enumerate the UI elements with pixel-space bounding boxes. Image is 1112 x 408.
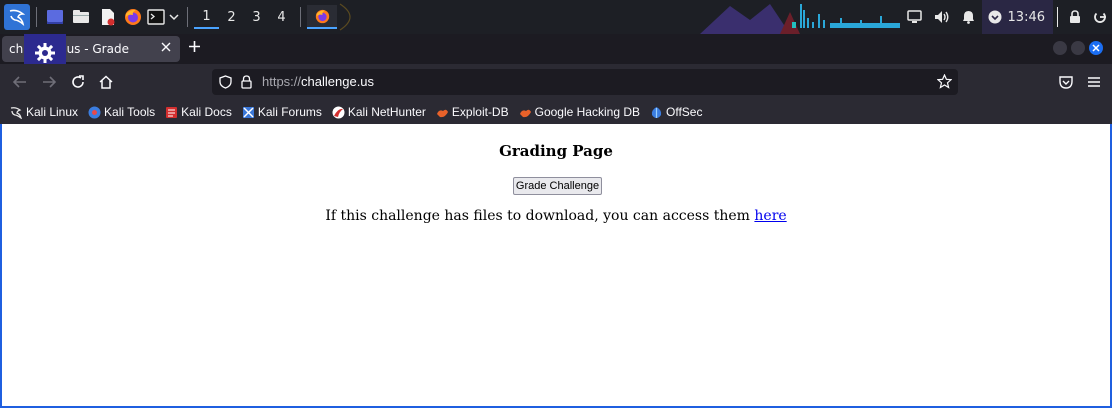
shield-icon[interactable] — [219, 75, 232, 89]
bookmark-star-icon[interactable] — [937, 74, 952, 89]
maximize-window-button[interactable] — [1071, 41, 1085, 55]
tab-strip: cha us - Grade — [0, 34, 1112, 64]
navigation-bar: https://challenge.us — [0, 64, 1112, 100]
download-link[interactable]: here — [754, 208, 786, 224]
panel-separator — [300, 7, 301, 27]
close-icon — [1092, 44, 1100, 52]
kali-menu-button[interactable] — [4, 4, 30, 30]
terminal-icon — [147, 9, 165, 25]
kali-forums-icon — [242, 106, 254, 118]
bookmark-exploit-db[interactable]: Exploit-DB — [436, 105, 509, 119]
bookmark-label: Kali Forums — [257, 105, 322, 119]
page-content: Grading Page Grade Challenge If this cha… — [2, 124, 1110, 406]
url-text: https://challenge.us — [262, 74, 375, 89]
grade-challenge-button[interactable]: Grade Challenge — [513, 177, 602, 195]
bookmark-label: Kali Tools — [104, 105, 156, 119]
back-arrow-icon — [13, 76, 26, 88]
bell-icon — [963, 11, 975, 24]
workspace-4[interactable]: 4 — [269, 5, 294, 29]
display-button[interactable] — [902, 5, 928, 29]
kali-dragon-icon — [10, 106, 22, 119]
text-editor-icon — [102, 9, 115, 26]
notifications-button[interactable] — [956, 5, 982, 29]
download-message: If this challenge has files to download,… — [2, 208, 1110, 224]
panel-background-art — [339, 3, 900, 34]
lock-icon — [1070, 10, 1080, 23]
url-bar[interactable]: https://challenge.us — [212, 69, 958, 95]
home-icon — [99, 75, 113, 89]
bookmark-kali-forums[interactable]: Kali Forums — [242, 105, 322, 119]
bookmark-offsec[interactable]: OffSec — [650, 105, 702, 119]
clock-download-icon — [988, 10, 1002, 24]
file-manager-button[interactable] — [67, 5, 95, 29]
exploit-db-icon — [436, 109, 448, 117]
kali-tools-icon — [88, 106, 101, 118]
power-icon — [1094, 12, 1106, 23]
system-tray: 13:46 — [902, 0, 1112, 34]
taskbar-firefox-window[interactable] — [307, 5, 337, 29]
text-editor-button[interactable] — [95, 5, 121, 29]
folder-icon — [73, 10, 89, 23]
gear-icon — [35, 43, 55, 63]
top-panel: 1 2 3 4 13:46 — [0, 0, 1112, 34]
volume-button[interactable] — [928, 5, 956, 29]
panel-separator — [36, 7, 37, 27]
hamburger-menu-icon — [1088, 77, 1100, 87]
forward-button[interactable] — [40, 73, 58, 91]
pocket-button[interactable] — [1057, 73, 1075, 91]
workspace-1[interactable]: 1 — [194, 5, 219, 29]
bookmark-label: OffSec — [666, 105, 703, 119]
lock-icon[interactable] — [241, 75, 252, 89]
firefox-icon — [315, 9, 329, 23]
home-button[interactable] — [97, 73, 115, 91]
bookmarks-toolbar: Kali Linux Kali Tools Kali Docs Kali For… — [0, 100, 1112, 124]
ghdb-icon — [519, 109, 531, 117]
tab-close-button[interactable] — [161, 41, 171, 56]
offsec-icon — [651, 106, 662, 118]
bookmark-google-hacking-db[interactable]: Google Hacking DB — [519, 105, 640, 119]
kali-dragon-icon — [9, 9, 26, 26]
workspace-3[interactable]: 3 — [244, 5, 269, 29]
panel-separator — [1057, 7, 1058, 27]
terminal-dropdown-button[interactable] — [167, 5, 181, 29]
bookmark-label: Google Hacking DB — [534, 105, 640, 119]
close-window-button[interactable] — [1089, 41, 1103, 55]
firefox-launcher-button[interactable] — [121, 5, 145, 29]
forward-arrow-icon — [43, 76, 56, 88]
terminal-launcher-button[interactable] — [145, 5, 167, 29]
bookmark-label: Kali Linux — [26, 105, 79, 119]
bookmark-label: Exploit-DB — [451, 105, 509, 119]
minimize-window-button[interactable] — [1053, 41, 1067, 55]
chevron-down-icon — [169, 14, 179, 21]
firefox-icon — [125, 9, 141, 25]
new-tab-button[interactable] — [188, 40, 201, 57]
kali-docs-icon — [166, 106, 178, 118]
bookmark-kali-nethunter[interactable]: Kali NetHunter — [332, 105, 426, 119]
pocket-icon — [1059, 76, 1073, 89]
volume-icon — [934, 11, 948, 23]
bookmark-kali-linux[interactable]: Kali Linux — [10, 105, 78, 119]
download-text: If this challenge has files to download,… — [325, 208, 755, 224]
bookmark-kali-tools[interactable]: Kali Tools — [88, 105, 155, 119]
bookmark-kali-docs[interactable]: Kali Docs — [165, 105, 232, 119]
desktop-icon — [47, 10, 63, 24]
clock-area[interactable]: 13:46 — [981, 0, 1053, 34]
bookmark-label: Kali Docs — [181, 105, 232, 119]
workspace-2[interactable]: 2 — [219, 5, 244, 29]
bookmark-label: Kali NetHunter — [347, 105, 426, 119]
reload-button[interactable] — [69, 73, 87, 91]
monitor-icon — [907, 10, 922, 23]
clock: 13:46 — [1007, 9, 1045, 25]
logout-button[interactable] — [1088, 5, 1112, 29]
close-icon — [161, 42, 171, 52]
back-button[interactable] — [11, 73, 29, 91]
nethunter-icon — [332, 106, 345, 118]
reload-icon — [72, 75, 84, 88]
app-menu-button[interactable] — [1085, 73, 1103, 91]
panel-separator — [187, 7, 188, 27]
show-desktop-button[interactable] — [43, 5, 67, 29]
plus-icon — [189, 41, 200, 52]
lock-screen-button[interactable] — [1062, 5, 1088, 29]
page-title: Grading Page — [499, 142, 613, 160]
